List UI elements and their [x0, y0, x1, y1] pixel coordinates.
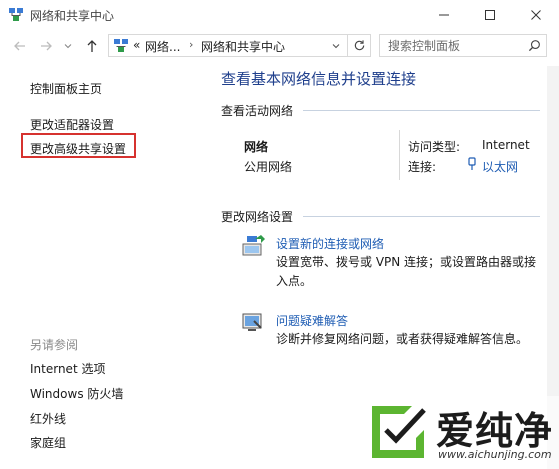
change-settings-label: 更改网络设置	[221, 210, 294, 224]
forward-button[interactable]	[36, 36, 56, 56]
recent-locations-button[interactable]	[58, 36, 78, 56]
close-icon	[531, 10, 541, 20]
setup-new-connection-description-2: 入点。	[276, 274, 313, 288]
address-dropdown-button[interactable]	[325, 34, 347, 57]
sidebar-item-homegroup[interactable]: 家庭组	[30, 434, 66, 451]
setup-new-connection-link[interactable]: 设置新的连接或网络	[276, 235, 384, 252]
search-icon[interactable]	[528, 39, 541, 52]
new-connection-icon	[242, 235, 265, 256]
back-button[interactable]	[10, 36, 30, 56]
troubleshoot-problems-link[interactable]: 问题疑难解答	[276, 312, 348, 329]
access-type-label: 访问类型:	[408, 140, 461, 154]
chevron-down-icon	[64, 44, 72, 49]
sidebar-item-internet-options[interactable]: Internet 选项	[30, 360, 105, 377]
minimize-button[interactable]	[421, 0, 467, 30]
see-also-heading: 另请参阅	[30, 338, 79, 352]
ethernet-icon	[468, 157, 476, 170]
forward-arrow-icon	[41, 41, 52, 51]
network-type-link[interactable]: 公用网络	[244, 158, 292, 175]
watermark-brand: 爱纯净	[436, 409, 554, 453]
section-divider	[303, 110, 540, 111]
up-button[interactable]	[82, 36, 102, 56]
search-input[interactable]	[388, 37, 518, 54]
maximize-button[interactable]	[467, 0, 513, 30]
window-title: 网络和共享中心	[30, 9, 115, 23]
close-button[interactable]	[513, 0, 559, 30]
title-bar: 网络和共享中心	[0, 0, 559, 30]
breadcrumb-network[interactable]: 网络...	[145, 38, 180, 55]
access-type-value: Internet	[482, 138, 530, 152]
watermark: 爱纯净 www.aichunjing.com	[358, 396, 559, 469]
up-arrow-icon	[87, 40, 97, 52]
network-center-icon	[9, 8, 23, 21]
section-divider	[303, 216, 540, 217]
connection-label: 连接:	[408, 160, 437, 174]
refresh-icon	[354, 40, 365, 51]
troubleshoot-description: 诊断并修复网络问题，或者获得疑难解答信息。	[276, 332, 529, 346]
active-networks-label: 查看活动网络	[221, 104, 294, 118]
sidebar-item-windows-firewall[interactable]: Windows 防火墙	[30, 385, 123, 402]
ethernet-connection-link[interactable]: 以太网	[482, 158, 518, 175]
refresh-button[interactable]	[347, 34, 371, 57]
column-divider	[399, 130, 400, 180]
watermark-logo-icon	[372, 406, 426, 458]
maximize-icon	[485, 10, 495, 20]
sidebar-item-control-panel-home[interactable]: 控制面板主页	[30, 80, 102, 97]
sidebar-item-change-adapter-settings[interactable]: 更改适配器设置	[30, 116, 114, 133]
breadcrumb-separator-icon[interactable]: ›	[189, 38, 193, 51]
breadcrumb-overflow[interactable]: «	[133, 38, 140, 52]
setup-new-connection-description: 设置宽带、拨号或 VPN 连接；或设置路由器或接	[276, 255, 537, 269]
troubleshoot-icon	[242, 313, 262, 331]
breadcrumb-network-sharing-center[interactable]: 网络和共享中心	[201, 38, 285, 55]
network-name: 网络	[244, 140, 269, 154]
minimize-icon	[439, 14, 449, 16]
sidebar-item-infrared[interactable]: 红外线	[30, 410, 66, 427]
chevron-down-icon	[332, 43, 340, 48]
page-title: 查看基本网络信息并设置连接	[221, 70, 417, 88]
watermark-url: www.aichunjing.com	[438, 448, 552, 461]
highlight-annotation	[21, 133, 136, 158]
back-arrow-icon	[14, 41, 25, 51]
search-box[interactable]	[379, 34, 547, 57]
network-location-icon	[114, 39, 128, 52]
